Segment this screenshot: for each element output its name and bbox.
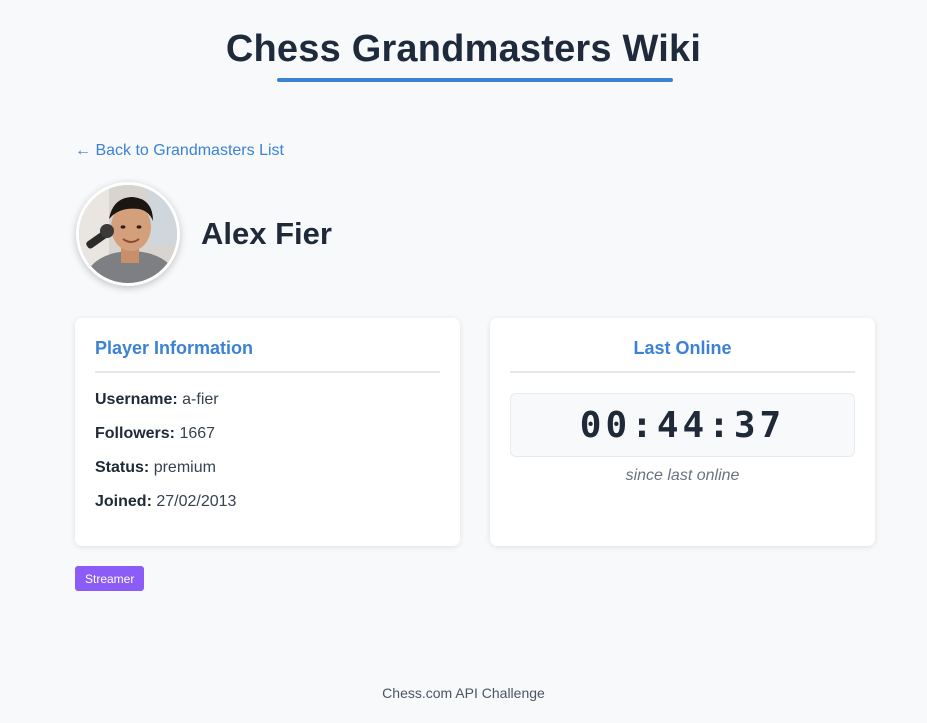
info-value: 27/02/2013 bbox=[156, 493, 237, 510]
info-value: 1667 bbox=[179, 425, 216, 442]
player-name: Alex Fier bbox=[201, 216, 332, 251]
page: Chess Grandmasters Wiki ← Back to Grandm… bbox=[0, 0, 927, 723]
timer-caption: since last online bbox=[625, 467, 740, 484]
player-info-title: Player Information bbox=[95, 338, 440, 373]
back-to-list-link[interactable]: ← Back to Grandmasters List bbox=[75, 142, 284, 160]
last-online-card: Last Online 00:44:37 since last online bbox=[490, 318, 875, 546]
info-key: Username: bbox=[95, 391, 178, 408]
avatar-image bbox=[79, 185, 177, 283]
info-key: Followers: bbox=[95, 425, 176, 442]
site-title: Chess Grandmasters Wiki bbox=[225, 28, 702, 70]
info-status: Status: premium bbox=[95, 459, 440, 477]
title-underline bbox=[277, 78, 673, 82]
info-key: Status: bbox=[95, 459, 150, 476]
info-value: a-fier bbox=[182, 391, 219, 408]
info-joined: Joined: 27/02/2013 bbox=[95, 493, 440, 511]
timer-value: 00:44:37 bbox=[579, 404, 786, 446]
info-key: Joined: bbox=[95, 493, 152, 510]
footer-text: Chess.com API Challenge bbox=[382, 685, 545, 701]
info-followers: Followers: 1667 bbox=[95, 425, 440, 443]
timer-display: 00:44:37 bbox=[510, 393, 855, 457]
info-username: Username: a-fier bbox=[95, 391, 440, 409]
last-online-title: Last Online bbox=[510, 338, 855, 373]
profile-header: Alex Fier bbox=[76, 182, 332, 286]
streamer-badge: Streamer bbox=[75, 566, 145, 591]
avatar bbox=[76, 182, 180, 286]
player-info-card: Player Information Username: a-fier Foll… bbox=[75, 318, 460, 546]
info-value: premium bbox=[153, 459, 216, 476]
